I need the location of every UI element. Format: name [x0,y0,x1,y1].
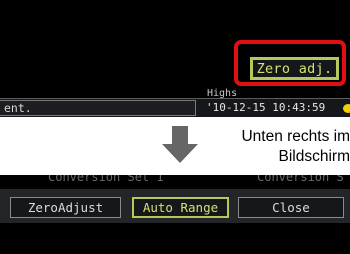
status-bar: ent. '10-12-15 10:43:59 [0,98,350,117]
bottom-screen-crop: Conversion Set 1 Conversion S ZeroAdjust… [0,175,350,254]
caption-line-2: Bildschirm [278,148,350,165]
down-arrow-icon [162,126,198,163]
conversion-set-label-right: Conversion S [257,175,344,184]
auto-range-button[interactable]: Auto Range [132,197,229,218]
status-message: ent. [0,100,196,116]
zero-adj-button[interactable]: Zero adj. [250,57,339,80]
caption-text: Unten rechts im Bildschirm [241,127,350,167]
caption-line-1: Unten rechts im [241,128,350,145]
zero-adjust-button[interactable]: ZeroAdjust [10,197,121,218]
status-timestamp: '10-12-15 10:43:59 [206,101,326,114]
top-screen-crop: Zero adj. Highs ent. '10-12-15 10:43:59 [0,0,350,117]
close-button[interactable]: Close [238,197,344,218]
status-indicator-icon [343,104,350,113]
conversion-set-label: Conversion Set 1 [48,175,164,184]
